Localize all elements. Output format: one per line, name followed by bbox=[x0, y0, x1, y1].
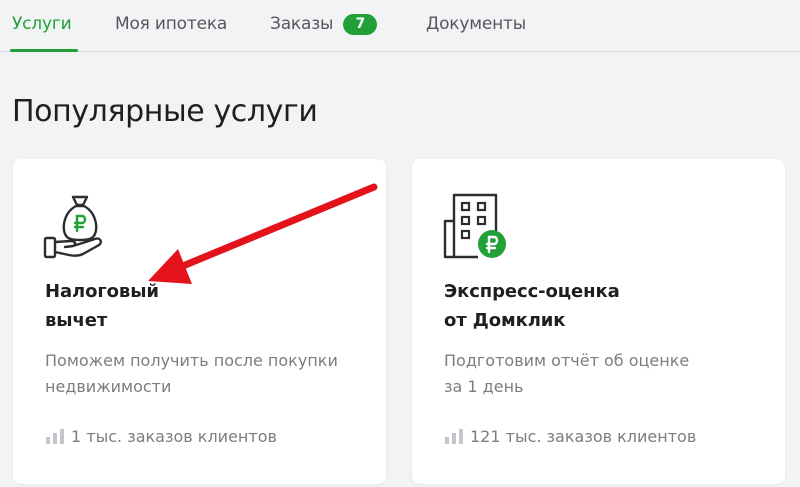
tab-my-mortgage[interactable]: Моя ипотека bbox=[115, 12, 227, 36]
service-card-tax-deduction[interactable]: Налоговый вычет Поможем получить после п… bbox=[13, 159, 386, 484]
tab-bar: Услуги Моя ипотека Заказы 7 Документы bbox=[0, 0, 800, 52]
card-orders-stat-text: 1 тыс. заказов клиентов bbox=[71, 427, 277, 446]
card-orders-stat-text: 121 тыс. заказов клиентов bbox=[470, 427, 697, 446]
tab-services[interactable]: Услуги bbox=[12, 12, 72, 36]
card-description: Подготовим отчёт об оценке за 1 день bbox=[444, 348, 764, 400]
bar-chart-icon bbox=[46, 429, 64, 444]
money-bag-hand-icon bbox=[43, 195, 103, 259]
card-description-line: недвижимости bbox=[45, 377, 172, 396]
card-description-line: Поможем получить после покупки bbox=[45, 351, 338, 370]
bar-chart-icon bbox=[445, 429, 463, 444]
active-tab-indicator bbox=[10, 49, 78, 52]
card-title: Налоговый вычет bbox=[45, 277, 345, 335]
card-title-line: Налоговый bbox=[45, 281, 159, 302]
service-card-express-valuation[interactable]: Экспресс-оценка от Домклик Подготовим от… bbox=[412, 159, 785, 484]
tab-documents[interactable]: Документы bbox=[426, 12, 526, 36]
orders-count-badge: 7 bbox=[343, 14, 378, 35]
card-title-line: Экспресс-оценка bbox=[444, 281, 620, 302]
card-description-line: за 1 день bbox=[444, 377, 524, 396]
page-title: Популярные услуги bbox=[12, 94, 318, 129]
card-orders-stat: 121 тыс. заказов клиентов bbox=[444, 425, 696, 449]
card-description: Поможем получить после покупки недвижимо… bbox=[45, 348, 365, 400]
card-title-line: от Домклик bbox=[444, 310, 566, 331]
card-description-line: Подготовим отчёт об оценке bbox=[444, 351, 690, 370]
card-orders-stat: 1 тыс. заказов клиентов bbox=[45, 425, 277, 449]
card-title: Экспресс-оценка от Домклик bbox=[444, 277, 744, 335]
card-title-line: вычет bbox=[45, 310, 108, 331]
building-ruble-icon bbox=[443, 193, 506, 259]
tab-orders[interactable]: Заказы 7 bbox=[270, 12, 378, 36]
tab-orders-label: Заказы bbox=[270, 14, 334, 34]
